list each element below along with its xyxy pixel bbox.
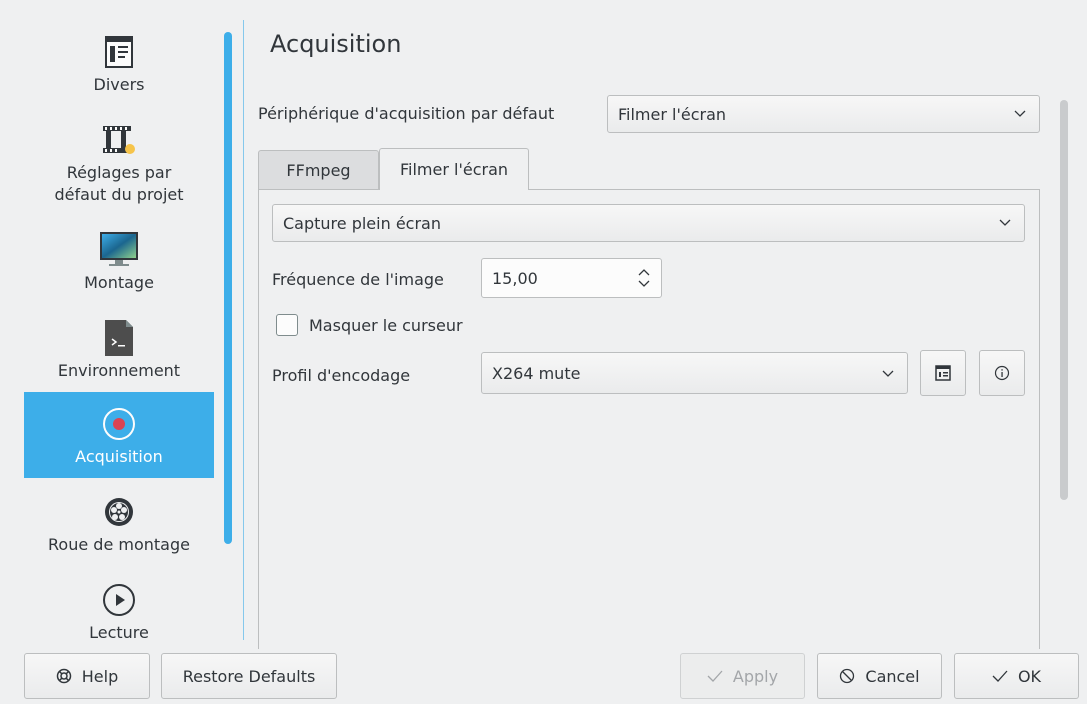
sidebar-item-label: Lecture (89, 623, 149, 640)
terminal-icon (99, 318, 139, 358)
profile-info-button[interactable] (979, 350, 1025, 396)
apply-button[interactable]: Apply (680, 653, 805, 699)
sidebar-item-label: Divers (93, 75, 145, 94)
restore-defaults-button[interactable]: Restore Defaults (161, 653, 337, 699)
hide-cursor-label: Masquer le curseur (309, 316, 463, 335)
sidebar-item-roue-de-montage[interactable]: Roue de montage (24, 492, 214, 582)
default-device-value: Filmer l'écran (618, 104, 727, 124)
help-lifebuoy-icon (56, 668, 71, 684)
spin-arrows-icon[interactable] (637, 267, 651, 289)
sidebar-item-acquisition[interactable]: Acquisition (24, 392, 214, 478)
tab-filmer-ecran[interactable]: Filmer l'écran (379, 148, 529, 190)
capture-mode-value: Capture plein écran (283, 213, 441, 233)
tab-ffmpeg[interactable]: FFmpeg (258, 150, 379, 190)
frame-rate-label: Fréquence de l'image (272, 270, 444, 289)
sidebar-item-label: Environnement (57, 361, 181, 380)
frame-rate-spinbox[interactable]: 15,00 (481, 258, 662, 298)
content-scrollbar[interactable] (1060, 100, 1068, 500)
help-label: Help (81, 666, 119, 686)
ok-button[interactable]: OK (954, 653, 1079, 699)
film-icon (99, 120, 139, 160)
hide-cursor-checkbox[interactable] (276, 314, 298, 336)
encoding-profile-value: X264 mute (492, 363, 581, 383)
sidebar-item-label: Acquisition (75, 447, 163, 466)
edit-profile-button[interactable] (920, 350, 966, 396)
configure-icon (935, 365, 951, 381)
ok-label: OK (1017, 666, 1042, 686)
chevron-down-icon (1014, 110, 1026, 117)
frame-rate-value: 15,00 (492, 268, 538, 288)
cancel-label: Cancel (865, 666, 920, 686)
checkmark-icon (992, 670, 1008, 682)
checkmark-icon (707, 670, 723, 682)
sidebar-item-lecture[interactable]: Lecture (24, 580, 214, 640)
chevron-down-icon (999, 219, 1011, 226)
general-settings-icon (99, 32, 139, 72)
default-device-combo[interactable]: Filmer l'écran (607, 95, 1040, 133)
capture-mode-combo[interactable]: Capture plein écran (272, 204, 1025, 242)
sidebar-item-label: Réglages par défaut du projet (54, 163, 184, 204)
sidebar-item-label: Montage (84, 273, 154, 292)
sidebar-divider (243, 20, 244, 640)
encoding-profile-combo[interactable]: X264 mute (481, 352, 908, 394)
sidebar-scrollbar[interactable] (224, 32, 232, 544)
play-icon (99, 580, 139, 620)
info-icon (994, 365, 1010, 381)
sidebar-item-montage[interactable]: Montage (24, 230, 214, 320)
tab-label: Filmer l'écran (399, 160, 509, 179)
apply-label: Apply (732, 666, 779, 686)
tab-label: FFmpeg (286, 161, 351, 180)
default-device-label: Périphérique d'acquisition par défaut (258, 104, 555, 123)
sidebar-item-divers[interactable]: Divers (24, 32, 214, 120)
jog-wheel-icon (99, 492, 139, 532)
record-icon (99, 404, 139, 444)
page-title: Acquisition (270, 30, 402, 58)
sidebar: Divers Réglages par défaut du projet Mon… (24, 20, 214, 640)
encoding-profile-label: Profil d'encodage (272, 366, 411, 385)
sidebar-item-label: Roue de montage (48, 535, 190, 554)
cancel-button[interactable]: Cancel (817, 653, 942, 699)
help-button[interactable]: Help (24, 653, 150, 699)
settings-dialog: Divers Réglages par défaut du projet Mon… (0, 0, 1087, 704)
cancel-icon (840, 668, 855, 684)
monitor-icon (99, 230, 139, 270)
sidebar-item-project-defaults[interactable]: Réglages par défaut du projet (24, 120, 214, 230)
chevron-down-icon (882, 370, 894, 377)
restore-defaults-label: Restore Defaults (182, 666, 316, 686)
